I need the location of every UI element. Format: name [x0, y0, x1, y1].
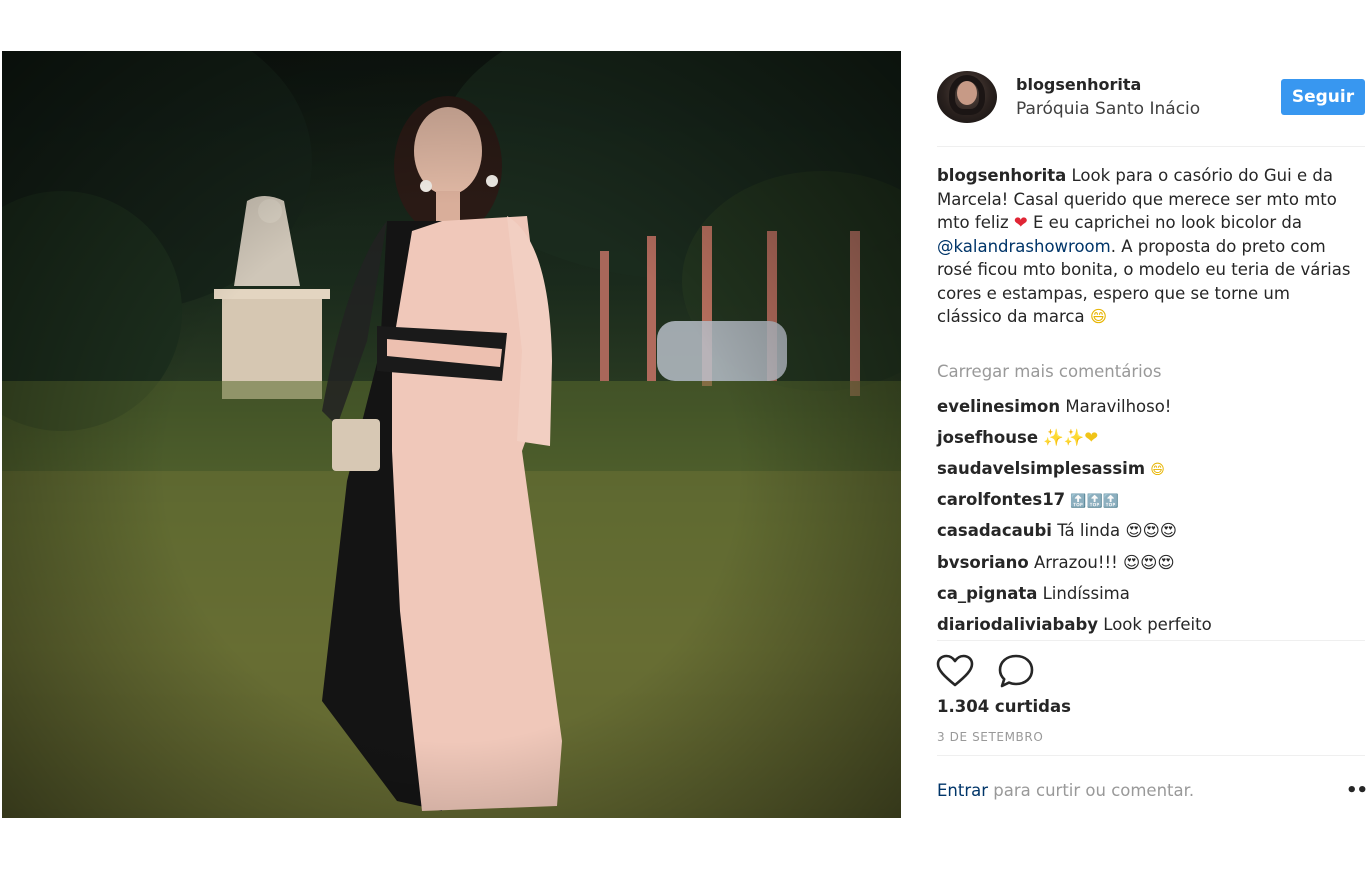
heart-emoji: ❤: [1013, 213, 1028, 232]
load-more-comments-link[interactable]: Carregar mais comentários: [937, 362, 1161, 381]
post-author-username[interactable]: blogsenhorita: [1016, 75, 1141, 94]
post-caption: blogsenhorita Look para o casório do Gui…: [937, 164, 1357, 329]
comment-item: evelinesimon Maravilhoso!: [937, 397, 1357, 416]
likes-count[interactable]: 1.304 curtidas: [937, 697, 1071, 716]
post-photo[interactable]: [2, 51, 901, 818]
comment-username[interactable]: casadacaubi: [937, 521, 1052, 540]
login-prompt: Entrar para curtir ou comentar.: [937, 781, 1194, 800]
comment-item: josefhouse ✨✨❤: [937, 428, 1357, 448]
comment-text: Lindíssima: [1042, 584, 1130, 603]
comment-item: bvsoriano Arrazou!!! 😍😍😍: [937, 553, 1357, 572]
comment-item: ca_pignata Lindíssima: [937, 584, 1357, 603]
comment-username[interactable]: bvsoriano: [937, 553, 1029, 572]
comment-username[interactable]: diariodaliviababy: [937, 615, 1098, 634]
comment-text: 🔝🔝🔝: [1070, 494, 1119, 509]
comment-item: diariodaliviababy Look perfeito: [937, 615, 1357, 634]
comment-text: Arrazou!!! 😍😍😍: [1033, 553, 1175, 572]
comment-username[interactable]: josefhouse: [937, 428, 1038, 447]
follow-button[interactable]: Seguir: [1281, 79, 1365, 115]
post-date: 3 DE SETEMBRO: [937, 730, 1044, 744]
comment-text: Maravilhoso!: [1065, 397, 1172, 416]
avatar[interactable]: [937, 71, 997, 123]
speech-bubble-icon[interactable]: [997, 653, 1035, 689]
caption-text-part-2: E eu caprichei no look bicolor da: [1027, 213, 1302, 232]
comment-username[interactable]: saudavelsimplesassim: [937, 459, 1145, 478]
smile-emoji: 😄: [1089, 307, 1108, 326]
comment-text: ✨✨❤: [1043, 428, 1099, 447]
comment-item: carolfontes17 🔝🔝🔝: [937, 490, 1357, 509]
caption-mention-link[interactable]: @kalandrashowroom: [937, 237, 1111, 256]
login-link[interactable]: Entrar: [937, 781, 988, 800]
caption-username[interactable]: blogsenhorita: [937, 166, 1066, 185]
comment-username[interactable]: ca_pignata: [937, 584, 1037, 603]
login-prompt-text: para curtir ou comentar.: [988, 781, 1195, 800]
comments-divider: [937, 640, 1365, 641]
comment-text: 😄: [1150, 462, 1165, 478]
comment-text: Look perfeito: [1103, 615, 1212, 634]
post-location[interactable]: Paróquia Santo Inácio: [1016, 99, 1200, 119]
footer-divider: [937, 755, 1365, 756]
comment-text: Tá linda 😍😍😍: [1057, 521, 1177, 540]
more-options-icon[interactable]: •••: [1346, 780, 1368, 801]
heart-outline-icon[interactable]: [936, 654, 974, 688]
comment-username[interactable]: evelinesimon: [937, 397, 1060, 416]
avatar-face: [957, 81, 977, 105]
comment-item: casadacaubi Tá linda 😍😍😍: [937, 521, 1357, 540]
comment-item: saudavelsimplesassim 😄: [937, 459, 1357, 478]
post-photo-illustration: [2, 51, 901, 818]
header-divider: [937, 146, 1365, 147]
comment-username[interactable]: carolfontes17: [937, 490, 1065, 509]
